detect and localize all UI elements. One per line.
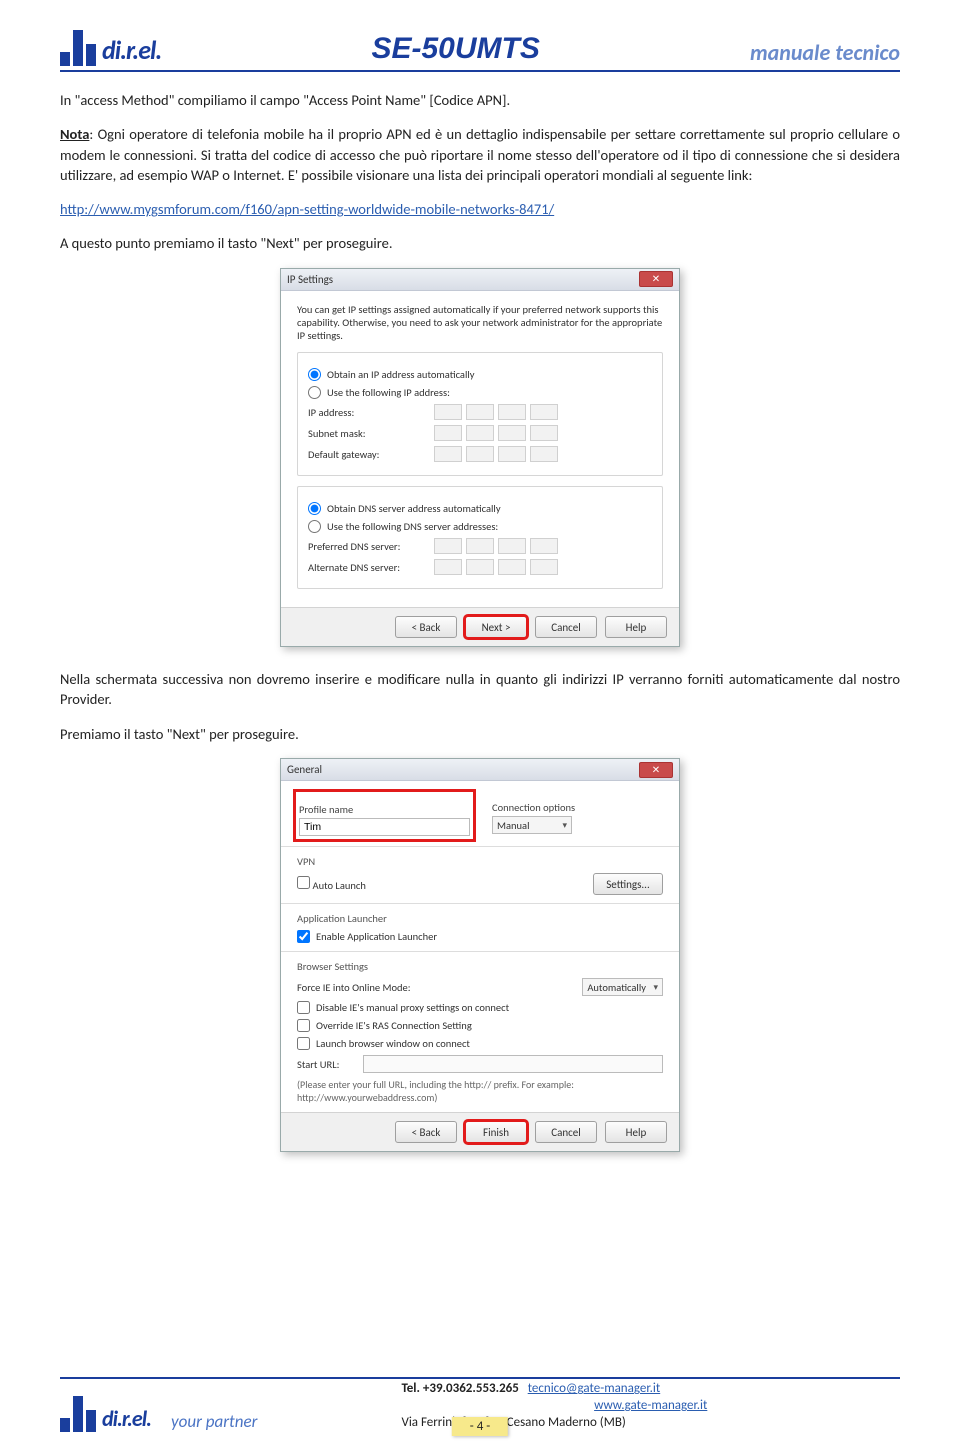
paragraph-2-body: : Ogni operatore di telefonia mobile ha …	[60, 125, 900, 184]
gateway-input[interactable]	[434, 446, 652, 462]
apn-link[interactable]: http://www.mygsmforum.com/f160/apn-setti…	[60, 200, 554, 218]
manual-title: manuale tecnico	[750, 39, 900, 66]
gateway-label: Default gateway:	[308, 448, 428, 461]
profile-name-label: Profile name	[299, 803, 470, 816]
pref-dns-input[interactable]	[434, 538, 652, 554]
dialog-title: IP Settings	[287, 273, 333, 286]
override-ras-label: Override IE's RAS Connection Setting	[316, 1019, 472, 1032]
paragraph-4: Nella schermata successiva non dovremo i…	[60, 669, 900, 710]
launch-browser-checkbox[interactable]	[297, 1037, 310, 1050]
paragraph-1: In "access Method" compiliamo il campo "…	[60, 90, 900, 110]
enable-app-launcher-label: Enable Application Launcher	[316, 930, 437, 943]
start-url-label: Start URL:	[297, 1058, 357, 1071]
paragraph-2: Nota: Ogni operatore di telefonia mobile…	[60, 124, 900, 185]
force-ie-select[interactable]: Automatically	[582, 978, 663, 996]
page-number: - 4 -	[452, 1417, 508, 1436]
obtain-ip-label: Obtain an IP address automatically	[327, 368, 475, 381]
pref-dns-label: Preferred DNS server:	[308, 540, 428, 553]
connection-options-label: Connection options	[492, 801, 663, 814]
browser-settings-group-label: Browser Settings	[297, 960, 663, 973]
next-button[interactable]: Next >	[465, 616, 527, 638]
disable-proxy-checkbox[interactable]	[297, 1001, 310, 1014]
footer-logo-text: di.r.el.	[102, 1405, 151, 1432]
page-footer: di.r.el. your partner Tel. +39.0362.553.…	[60, 1377, 900, 1432]
note-label: Nota	[60, 125, 89, 143]
cancel-button-2[interactable]: Cancel	[535, 1121, 597, 1143]
your-partner-text: your partner	[171, 1411, 257, 1432]
close-icon[interactable]: ✕	[639, 762, 673, 778]
subnet-label: Subnet mask:	[308, 427, 428, 440]
ip-settings-screenshot: IP Settings ✕ You can get IP settings as…	[60, 268, 900, 647]
vpn-group-label: VPN	[297, 855, 663, 868]
footer-tel: Tel. +39.0362.553.265	[401, 1381, 518, 1396]
vpn-settings-button[interactable]: Settings...	[593, 873, 663, 895]
logo-bars-icon	[60, 30, 96, 66]
ip-address-label: IP address:	[308, 406, 428, 419]
body-text: In "access Method" compiliamo il campo "…	[60, 90, 900, 254]
dialog2-title: General	[287, 763, 322, 776]
back-button-2[interactable]: < Back	[395, 1121, 457, 1143]
general-settings-screenshot: General ✕ Profile name Connection option…	[60, 758, 900, 1152]
dialog-titlebar: IP Settings ✕	[281, 269, 679, 291]
auto-launch-label: Auto Launch	[313, 879, 366, 892]
app-launcher-group-label: Application Launcher	[297, 912, 663, 925]
footer-contact: Tel. +39.0362.553.265 tecnico@gate-manag…	[271, 1381, 900, 1432]
logo-text: di.r.el.	[102, 34, 161, 66]
ip-address-input[interactable]	[434, 404, 652, 420]
product-title: SE-50UMTS	[161, 32, 750, 66]
page-header: di.r.el. SE-50UMTS manuale tecnico	[60, 30, 900, 72]
enable-app-launcher-checkbox[interactable]	[297, 930, 310, 943]
alt-dns-label: Alternate DNS server:	[308, 561, 428, 574]
use-dns-label: Use the following DNS server addresses:	[327, 520, 498, 533]
launch-browser-label: Launch browser window on connect	[316, 1037, 470, 1050]
auto-launch-checkbox[interactable]	[297, 876, 310, 889]
help-button[interactable]: Help	[605, 616, 667, 638]
connection-options-select[interactable]: Manual	[492, 816, 572, 834]
url-note: (Please enter your full URL, including t…	[297, 1078, 663, 1104]
profile-name-input[interactable]	[299, 818, 470, 836]
use-ip-radio[interactable]	[308, 386, 321, 399]
paragraph-3: A questo punto premiamo il tasto "Next" …	[60, 233, 900, 253]
subnet-input[interactable]	[434, 425, 652, 441]
override-ras-checkbox[interactable]	[297, 1019, 310, 1032]
close-icon[interactable]: ✕	[639, 271, 673, 287]
dialog2-titlebar: General ✕	[281, 759, 679, 781]
footer-site-link[interactable]: www.gate-manager.it	[594, 1398, 707, 1413]
dialog-info-text: You can get IP settings assigned automat…	[297, 303, 663, 342]
obtain-dns-radio[interactable]	[308, 502, 321, 515]
use-dns-radio[interactable]	[308, 520, 321, 533]
footer-logo: di.r.el.	[60, 1396, 151, 1432]
obtain-ip-radio[interactable]	[308, 368, 321, 381]
use-ip-label: Use the following IP address:	[327, 386, 450, 399]
paragraph-5: Premiamo il tasto "Next" per proseguire.	[60, 724, 900, 744]
footer-email-link[interactable]: tecnico@gate-manager.it	[528, 1381, 661, 1396]
logo: di.r.el.	[60, 30, 161, 66]
finish-button[interactable]: Finish	[465, 1121, 527, 1143]
back-button[interactable]: < Back	[395, 616, 457, 638]
obtain-dns-label: Obtain DNS server address automatically	[327, 502, 501, 515]
alt-dns-input[interactable]	[434, 559, 652, 575]
logo-bars-icon	[60, 1396, 96, 1432]
start-url-input[interactable]	[363, 1055, 663, 1073]
help-button-2[interactable]: Help	[605, 1121, 667, 1143]
disable-proxy-label: Disable IE's manual proxy settings on co…	[316, 1001, 509, 1014]
cancel-button[interactable]: Cancel	[535, 616, 597, 638]
force-ie-label: Force IE into Online Mode:	[297, 981, 411, 994]
